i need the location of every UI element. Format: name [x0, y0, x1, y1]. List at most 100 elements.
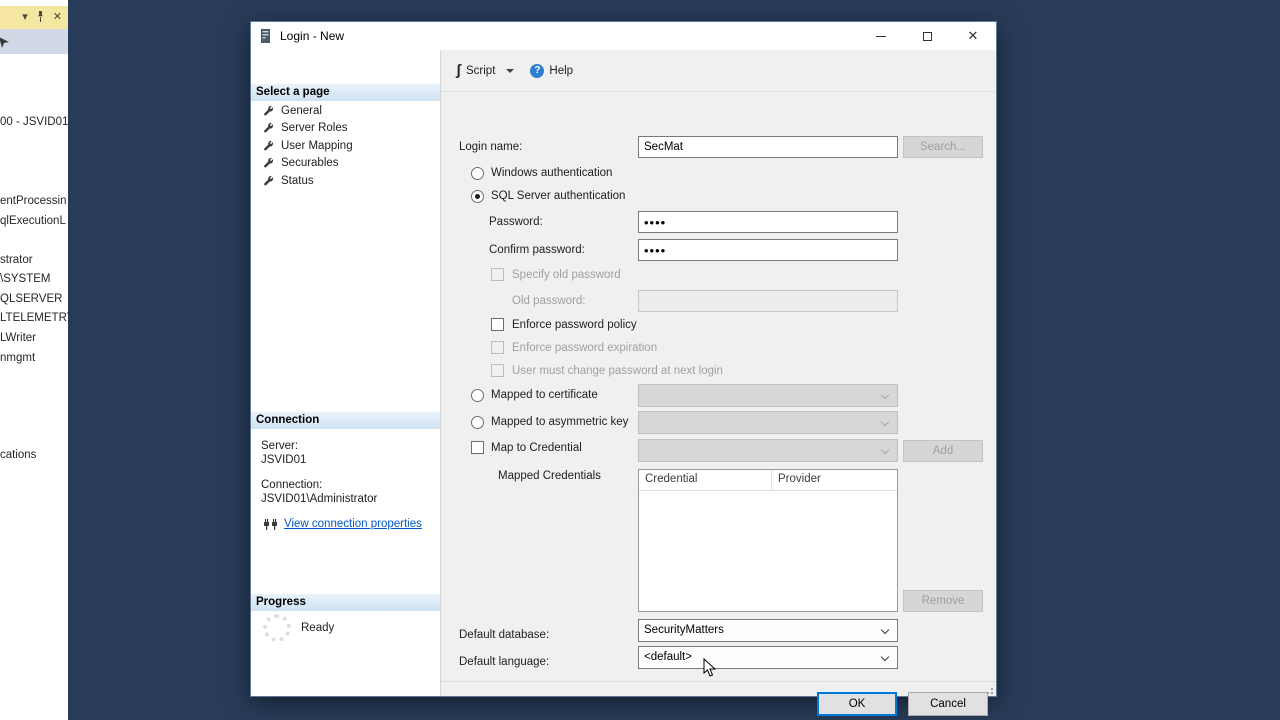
old-password-input [638, 290, 898, 312]
sidebar-page-status[interactable]: Status [251, 172, 440, 189]
help-label: Help [549, 65, 573, 77]
chevron-down-icon [881, 391, 889, 399]
progress-spinner-icon [263, 614, 291, 642]
view-connection-properties-link[interactable]: View connection properties [284, 518, 422, 530]
wrench-icon [263, 140, 274, 151]
chevron-down-icon [881, 626, 889, 634]
page-label: Status [281, 175, 314, 187]
sidebar-page-securables[interactable]: Securables [251, 154, 440, 171]
mapped-to-certificate-radio[interactable] [471, 389, 484, 402]
column-header-credential: Credential [639, 470, 772, 491]
object-explorer-titlebar[interactable]: ▾ ✕ [0, 6, 68, 29]
certificate-combobox [638, 384, 898, 407]
close-icon[interactable]: ✕ [53, 12, 62, 23]
asymmetric-key-combobox [638, 411, 898, 434]
sql-server-authentication-label[interactable]: SQL Server authentication [491, 190, 625, 202]
search-button: Search... [903, 136, 983, 158]
specify-old-password-label: Specify old password [512, 269, 621, 281]
maximize-button[interactable] [904, 22, 950, 50]
confirm-password-input[interactable] [638, 239, 898, 261]
chevron-down-icon [881, 446, 889, 454]
specify-old-password-checkbox [491, 268, 504, 281]
sql-server-authentication-radio[interactable] [471, 190, 484, 203]
minimize-button[interactable] [858, 22, 904, 50]
script-icon: ʃ [456, 63, 461, 78]
tree-item[interactable]: qlExecutionL [0, 215, 68, 230]
password-label: Password: [489, 216, 543, 228]
script-label: Script [466, 65, 495, 77]
table-header-row: Credential Provider [639, 470, 897, 491]
password-input[interactable] [638, 211, 898, 233]
toolbar-partial-icon [0, 35, 11, 49]
select-a-page-header: Select a page [251, 84, 440, 101]
map-to-credential-checkbox[interactable] [471, 441, 484, 454]
chevron-down-icon [881, 418, 889, 426]
sidebar-page-user-mapping[interactable]: User Mapping [251, 137, 440, 154]
window-position-menu-icon[interactable]: ▾ [22, 12, 28, 23]
login-new-dialog: Login - New ✕ Select a page General Serv… [250, 21, 997, 697]
windows-authentication-label[interactable]: Windows authentication [491, 167, 612, 179]
default-language-label: Default language: [459, 656, 549, 668]
help-icon: ? [530, 64, 544, 78]
cancel-button[interactable]: Cancel [908, 692, 988, 716]
enforce-password-policy-label[interactable]: Enforce password policy [512, 319, 637, 331]
sidebar-page-general[interactable]: General [251, 102, 440, 119]
tree-item[interactable]: QLSERVER [0, 293, 68, 308]
mapped-to-certificate-label[interactable]: Mapped to certificate [491, 389, 598, 401]
resize-grip[interactable] [985, 686, 993, 694]
script-dropdown-icon[interactable] [506, 69, 514, 73]
tree-item[interactable]: 00 - JSVID01 [0, 116, 68, 131]
default-database-combobox[interactable]: SecurityMatters [638, 619, 898, 642]
enforce-password-policy-checkbox[interactable] [491, 318, 504, 331]
connection-header: Connection [251, 412, 440, 429]
help-button[interactable]: ? Help [530, 64, 573, 78]
page-label: Securables [281, 157, 339, 169]
minimize-icon [876, 36, 886, 37]
must-change-password-checkbox [491, 364, 504, 377]
footer-divider [441, 681, 996, 682]
wrench-icon [263, 157, 274, 168]
dialog-titlebar[interactable]: Login - New ✕ [251, 22, 996, 50]
page-label: General [281, 105, 322, 117]
tree-item[interactable]: \SYSTEM [0, 273, 68, 288]
column-header-provider: Provider [772, 470, 898, 491]
close-button[interactable]: ✕ [950, 22, 996, 50]
must-change-password-label: User must change password at next login [512, 365, 723, 377]
dialog-main-panel: ʃ Script ? Help Login name: Search... Wi… [441, 50, 996, 696]
mapped-to-asymmetric-key-radio[interactable] [471, 416, 484, 429]
map-to-credential-label[interactable]: Map to Credential [491, 442, 582, 454]
tree-item[interactable]: entProcessin [0, 195, 68, 210]
credential-combobox [638, 439, 898, 462]
add-button: Add [903, 440, 983, 462]
object-explorer-tree: 00 - JSVID01 entProcessin qlExecutionL s… [0, 54, 68, 720]
close-icon: ✕ [968, 28, 979, 44]
tree-item[interactable]: nmgmt [0, 352, 68, 367]
script-button[interactable]: ʃ Script [456, 63, 514, 78]
ok-button[interactable]: OK [817, 692, 897, 716]
mapped-to-asymmetric-key-label[interactable]: Mapped to asymmetric key [491, 416, 628, 428]
connection-properties-icon [263, 518, 278, 530]
default-database-label: Default database: [459, 629, 549, 641]
connection-value: JSVID01\Administrator [261, 493, 377, 505]
pin-icon[interactable] [36, 11, 45, 25]
old-password-label: Old password: [512, 295, 586, 307]
sidebar-page-server-roles[interactable]: Server Roles [251, 119, 440, 136]
windows-authentication-radio[interactable] [471, 167, 484, 180]
enforce-password-expiration-checkbox [491, 341, 504, 354]
progress-header: Progress [251, 594, 440, 611]
connection-label: Connection: [261, 479, 322, 491]
login-name-input[interactable] [638, 136, 898, 158]
remove-button: Remove [903, 590, 983, 612]
mapped-credentials-label: Mapped Credentials [498, 470, 601, 482]
maximize-icon [923, 32, 932, 41]
server-login-icon [260, 29, 271, 44]
mapped-credentials-table[interactable]: Credential Provider [638, 469, 898, 612]
tree-item[interactable]: cations [0, 449, 68, 464]
tree-item[interactable]: LWriter [0, 332, 68, 347]
default-language-combobox[interactable]: <default> [638, 646, 898, 669]
tree-item[interactable]: strator [0, 254, 68, 269]
tree-item[interactable]: LTELEMETRY [0, 312, 68, 327]
confirm-password-label: Confirm password: [489, 244, 585, 256]
page-label: Server Roles [281, 122, 347, 134]
enforce-password-expiration-label: Enforce password expiration [512, 342, 657, 354]
